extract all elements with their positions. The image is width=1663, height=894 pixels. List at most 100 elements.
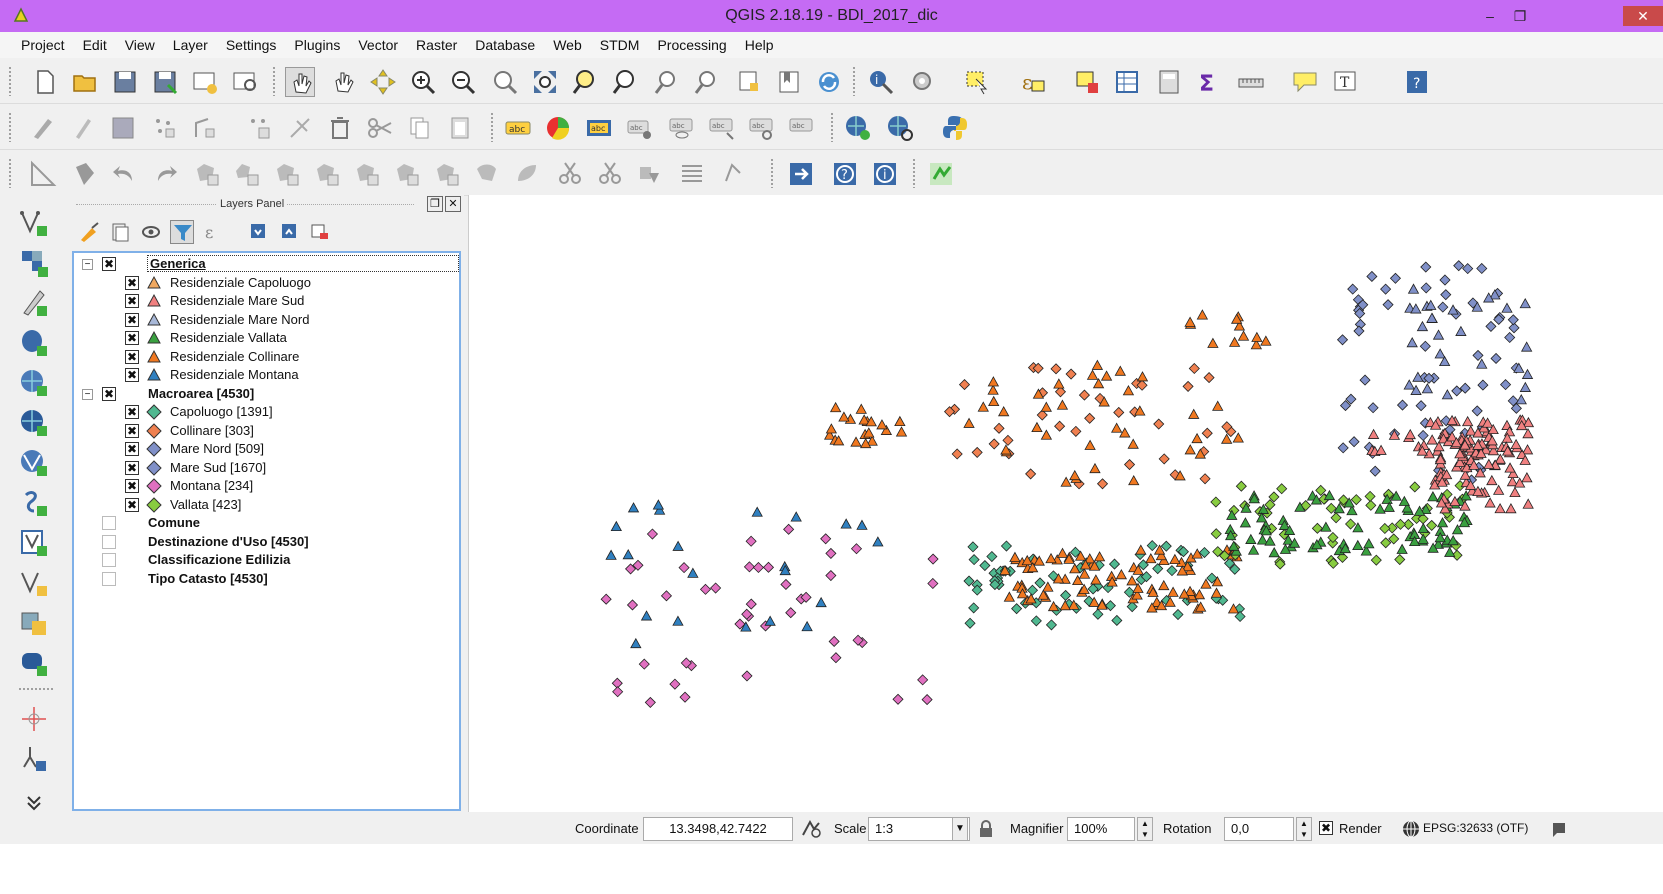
save-project-icon[interactable] <box>110 67 140 97</box>
redo-icon[interactable] <box>150 159 180 189</box>
expand-all-icon[interactable] <box>247 220 271 244</box>
reshape-features-icon[interactable] <box>392 159 422 189</box>
layer-checkbox[interactable]: ✖ <box>102 257 116 271</box>
menu-vector[interactable]: Vector <box>349 37 407 53</box>
pan-map-icon[interactable] <box>285 67 315 97</box>
legend-item[interactable]: ✖ Residenziale Collinare <box>80 348 455 366</box>
legend-item[interactable]: ✖ Residenziale Capoluogo <box>80 274 455 292</box>
zoom-in-icon[interactable] <box>408 67 438 97</box>
pin-labels-icon[interactable]: abc <box>625 113 655 143</box>
refresh-icon[interactable] <box>814 67 844 97</box>
legend-item-checkbox[interactable]: ✖ <box>125 368 139 382</box>
add-delimited-text-icon[interactable] <box>18 287 50 319</box>
manage-map-themes-icon[interactable] <box>78 220 102 244</box>
filter-legend-eye-icon[interactable] <box>140 220 164 244</box>
zoom-actual-size-icon[interactable] <box>490 67 520 97</box>
python-console-icon[interactable] <box>940 113 970 143</box>
map-tips-icon[interactable] <box>1290 67 1320 97</box>
restore-button[interactable]: ❐ <box>1507 6 1533 26</box>
legend-item[interactable]: ✖ Residenziale Mare Sud <box>80 292 455 310</box>
map-canvas[interactable] <box>468 195 1663 812</box>
add-ring-icon[interactable] <box>192 159 222 189</box>
digitize-crosshair-icon[interactable] <box>18 703 50 735</box>
toolbar-grip[interactable] <box>912 158 916 188</box>
select-features-icon[interactable] <box>962 67 992 97</box>
legend-item[interactable]: ✖ Mare Sud [1670] <box>80 459 455 477</box>
show-hide-labels-icon[interactable]: abc <box>667 113 697 143</box>
new-temporary-layer-icon[interactable] <box>18 607 50 639</box>
toolbar-grip[interactable] <box>830 112 834 142</box>
undo-icon[interactable] <box>110 159 140 189</box>
delete-selected-icon[interactable] <box>285 113 315 143</box>
layer-checkbox[interactable] <box>102 516 116 530</box>
toolbar-grip[interactable] <box>18 687 54 691</box>
legend-item[interactable]: ✖ Residenziale Montana <box>80 366 455 384</box>
legend-item[interactable]: ✖ Capoluogo [1391] <box>80 403 455 421</box>
about-info-icon[interactable]: i <box>870 159 900 189</box>
messages-icon[interactable] <box>1552 820 1566 838</box>
zoom-to-selection-icon[interactable] <box>570 67 600 97</box>
toolbar-grip[interactable] <box>272 66 276 96</box>
rotate-feature-icon[interactable] <box>512 159 542 189</box>
layer-checkbox[interactable] <box>102 535 116 549</box>
offset-curve-icon[interactable] <box>432 159 462 189</box>
rotation-field[interactable]: 0,0 <box>1224 817 1294 841</box>
move-feature-icon[interactable] <box>190 113 220 143</box>
legend-item[interactable]: ✖ Vallata [423] <box>80 496 455 514</box>
zoom-full-icon[interactable] <box>530 67 560 97</box>
menu-help[interactable]: Help <box>736 37 783 53</box>
menu-processing[interactable]: Processing <box>648 37 735 53</box>
add-oracle-layer-icon[interactable] <box>18 647 50 679</box>
help-contents-icon[interactable]: ? <box>1402 67 1432 97</box>
save-as-icon[interactable] <box>150 67 180 97</box>
delete-ring-icon[interactable] <box>312 159 342 189</box>
rotate-label-icon[interactable]: abc <box>747 113 777 143</box>
toggle-extents-icon[interactable] <box>800 819 822 839</box>
legend-item-checkbox[interactable]: ✖ <box>125 442 139 456</box>
open-project-icon[interactable] <box>70 67 100 97</box>
legend-item-checkbox[interactable]: ✖ <box>125 424 139 438</box>
menu-settings[interactable]: Settings <box>217 37 286 53</box>
layer-checkbox[interactable] <box>102 572 116 586</box>
legend-item-checkbox[interactable]: ✖ <box>125 294 139 308</box>
new-map-view-icon[interactable] <box>734 67 764 97</box>
legend-item[interactable]: ✖ Residenziale Mare Nord <box>80 311 455 329</box>
change-label-icon[interactable]: abc <box>787 113 817 143</box>
add-group-icon[interactable] <box>108 220 132 244</box>
legend-item-checkbox[interactable]: ✖ <box>125 313 139 327</box>
layer-checkbox[interactable] <box>102 553 116 567</box>
menu-web[interactable]: Web <box>544 37 591 53</box>
fill-ring-icon[interactable] <box>272 159 302 189</box>
move-label-icon[interactable]: abc <box>707 113 737 143</box>
save-layer-edits-icon[interactable] <box>108 113 138 143</box>
deselect-features-icon[interactable] <box>1072 67 1102 97</box>
render-checkbox[interactable]: ✖ <box>1319 821 1333 835</box>
add-part-icon[interactable] <box>232 159 262 189</box>
new-print-composer-icon[interactable] <box>190 67 220 97</box>
toggle-editing-icon[interactable] <box>68 113 98 143</box>
layer-group-classificazione-edilizia[interactable]: Classificazione Edilizia <box>80 551 455 569</box>
split-features-icon[interactable] <box>555 159 585 189</box>
advanced-digitizing-icon[interactable] <box>28 159 58 189</box>
add-postgis-layer-icon[interactable] <box>18 327 50 359</box>
legend-item[interactable]: ✖ Montana [234] <box>80 477 455 495</box>
geocoding-search-icon[interactable] <box>885 113 915 143</box>
menu-database[interactable]: Database <box>466 37 544 53</box>
filter-by-expression-icon[interactable]: ε <box>202 220 226 244</box>
enable-tracing-icon[interactable] <box>70 159 100 189</box>
add-vector-layer-icon[interactable] <box>18 207 50 239</box>
zoom-last-icon[interactable] <box>652 67 682 97</box>
add-spatialite-layer-icon[interactable] <box>18 367 50 399</box>
legend-item[interactable]: ✖ Collinare [303] <box>80 422 455 440</box>
legend-item-checkbox[interactable]: ✖ <box>125 350 139 364</box>
toolbar-grip[interactable] <box>770 158 774 188</box>
paste-features-icon[interactable] <box>445 113 475 143</box>
legend-item-checkbox[interactable]: ✖ <box>125 461 139 475</box>
plugin-map-icon[interactable] <box>926 159 956 189</box>
layer-group-comune[interactable]: Comune <box>80 514 455 532</box>
field-calculator-icon[interactable] <box>1154 67 1184 97</box>
scale-dropdown-chevron-icon[interactable]: ▼ <box>952 817 968 841</box>
merge-attributes-icon[interactable] <box>677 159 707 189</box>
label-tool-icon[interactable]: abc <box>585 113 615 143</box>
menu-edit[interactable]: Edit <box>74 37 116 53</box>
